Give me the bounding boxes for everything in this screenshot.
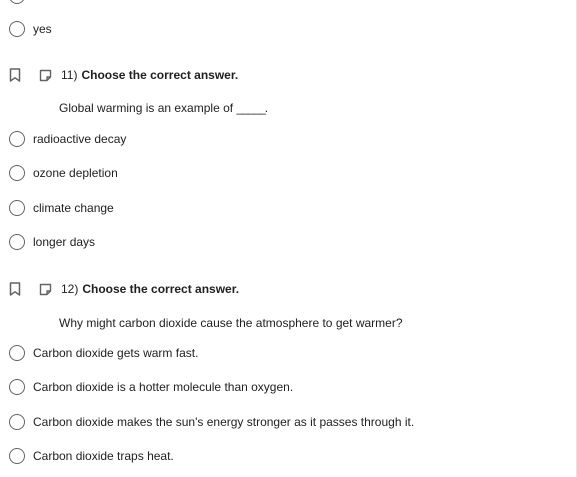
question-instruction: Choose the correct answer. xyxy=(82,282,240,296)
radio-button[interactable] xyxy=(9,234,25,250)
q10-option-yes[interactable]: yes xyxy=(9,20,52,38)
radio-button[interactable] xyxy=(9,131,25,147)
question-12-prompt: Why might carbon dioxide cause the atmos… xyxy=(59,316,403,330)
q12-option-gets-warm-fast[interactable]: Carbon dioxide gets warm fast. xyxy=(9,344,198,362)
q11-option-radioactive-decay[interactable]: radioactive decay xyxy=(9,130,126,148)
prompt-text: Why might carbon dioxide cause the atmos… xyxy=(59,316,403,330)
question-instruction: Choose the correct answer. xyxy=(81,68,239,82)
q12-option-sun-energy-stronger[interactable]: Carbon dioxide makes the sun's energy st… xyxy=(9,413,414,431)
option-label: yes xyxy=(33,22,52,36)
radio-button[interactable] xyxy=(9,345,25,361)
question-number: 12) xyxy=(61,282,79,296)
q12-option-hotter-molecule[interactable]: Carbon dioxide is a hotter molecule than… xyxy=(9,378,293,396)
radio-button[interactable] xyxy=(9,21,25,37)
prompt-blank: _____. xyxy=(236,101,268,115)
question-number: 11) xyxy=(61,68,78,82)
bookmark-icon[interactable] xyxy=(9,68,21,82)
quiz-page: yes 11) Choose the correct answer. Globa… xyxy=(0,0,577,477)
question-11-header: 11) Choose the correct answer. xyxy=(9,66,238,84)
option-label: climate change xyxy=(33,201,114,215)
q11-option-ozone-depletion[interactable]: ozone depletion xyxy=(9,164,118,182)
option-label: Carbon dioxide is a hotter molecule than… xyxy=(33,380,294,394)
radio-button[interactable] xyxy=(9,379,25,395)
option-label: longer days xyxy=(33,235,96,249)
radio-button[interactable] xyxy=(9,448,25,464)
option-label: radioactive decay xyxy=(33,132,127,146)
radio-button[interactable] xyxy=(9,165,25,181)
flag-icon[interactable] xyxy=(39,283,52,296)
q12-option-traps-heat[interactable]: Carbon dioxide traps heat. xyxy=(9,447,174,465)
question-11-prompt: Global warming is an example of _____. xyxy=(59,101,268,115)
bookmark-icon[interactable] xyxy=(9,282,21,296)
prompt-text: Global warming is an example of xyxy=(59,101,234,115)
option-label: Carbon dioxide gets warm fast. xyxy=(33,346,199,360)
question-12-header: 12) Choose the correct answer. xyxy=(9,280,239,298)
q11-option-longer-days[interactable]: longer days xyxy=(9,233,95,251)
radio-button[interactable] xyxy=(9,200,25,216)
option-label: ozone depletion xyxy=(33,166,118,180)
option-label: Carbon dioxide traps heat. xyxy=(33,449,174,463)
previous-option-radio[interactable] xyxy=(9,0,25,4)
q11-option-climate-change[interactable]: climate change xyxy=(9,199,114,217)
flag-icon[interactable] xyxy=(39,69,52,82)
option-label: Carbon dioxide makes the sun's energy st… xyxy=(33,415,415,429)
radio-button[interactable] xyxy=(9,414,25,430)
